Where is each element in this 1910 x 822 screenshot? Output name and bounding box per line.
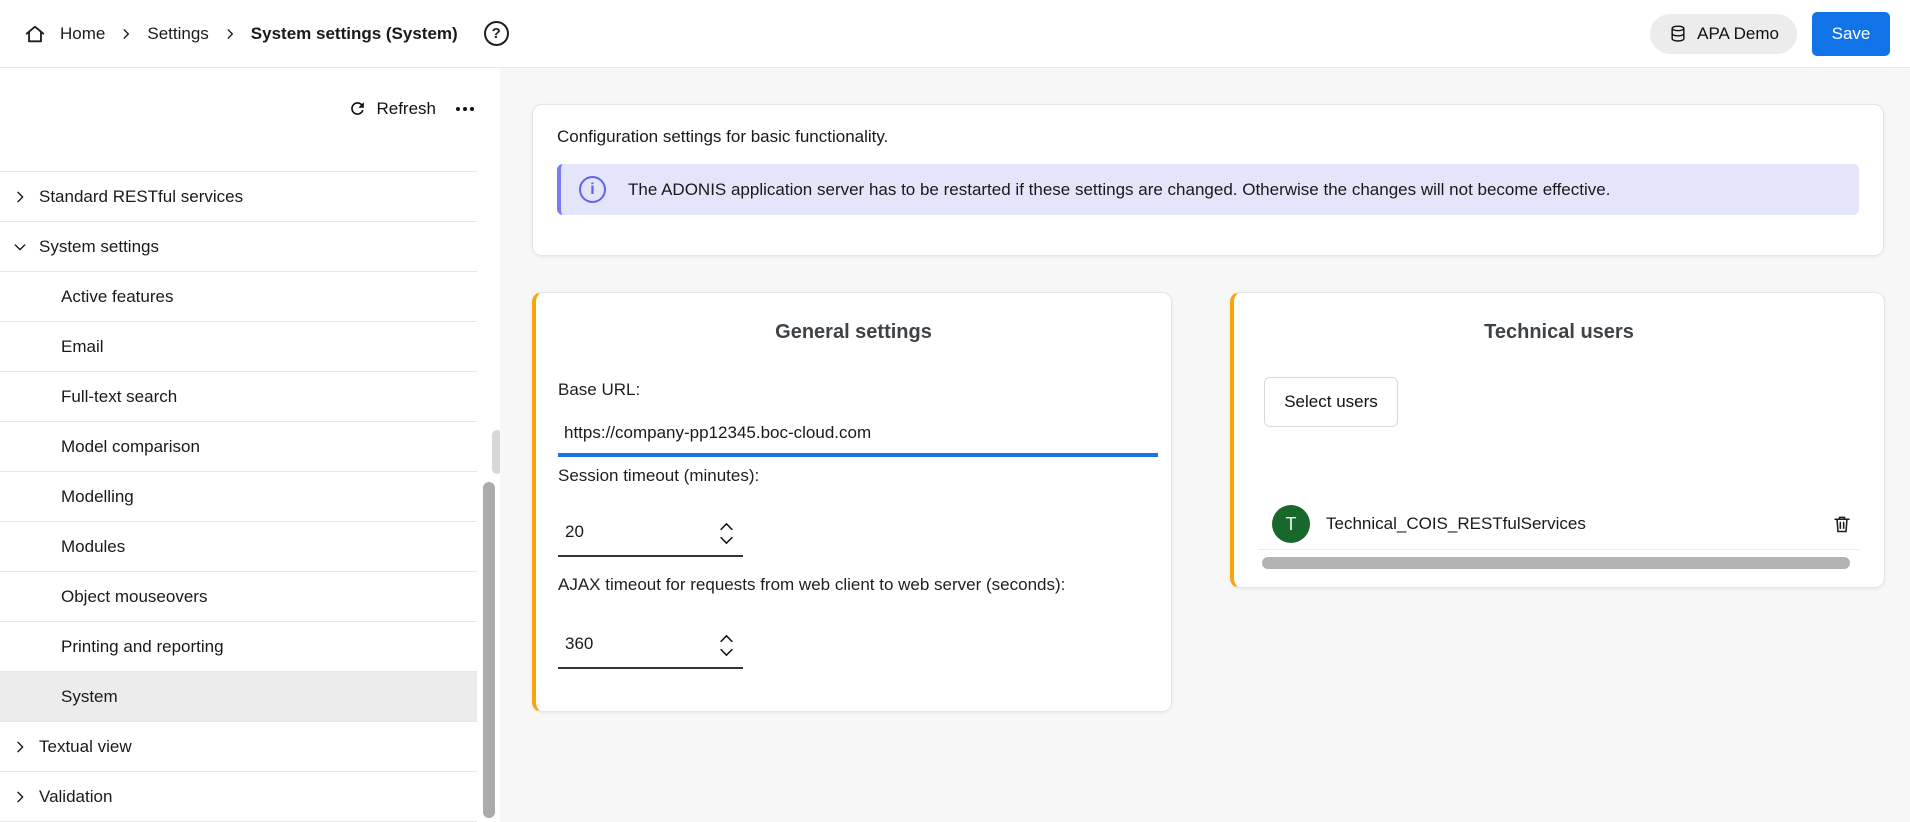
sidebar-item-modules[interactable]: Modules [0,522,477,572]
sidebar-item-label: Modules [61,537,125,557]
sidebar-item-object-mouseovers[interactable]: Object mouseovers [0,572,477,622]
sidebar-item-label: Textual view [39,737,132,757]
sidebar-item-label: Email [61,337,104,357]
sidebar-item-label: Full-text search [61,387,177,407]
session-timeout-stepper [709,511,743,555]
breadcrumb-settings-link[interactable]: Settings [147,24,208,44]
session-timeout-input[interactable] [558,511,709,555]
sidebar-item-label: System [61,687,118,707]
breadcrumb-current-page: System settings (System) [251,24,458,44]
main-content: Configuration settings for basic functio… [500,68,1910,822]
session-timeout-field-wrap [558,511,743,557]
session-timeout-label: Session timeout (minutes): [558,466,759,486]
breadcrumb: Home Settings System settings (System) [24,23,458,45]
refresh-button[interactable]: Refresh [348,99,436,119]
refresh-label: Refresh [376,99,436,119]
sidebar-item-label: System settings [39,237,159,257]
base-url-input[interactable] [558,415,1158,453]
sidebar-item-label: Active features [61,287,173,307]
technical-users-title: Technical users [1234,321,1884,344]
sidebar-item-system-settings[interactable]: System settings [0,222,477,272]
trash-icon [1831,513,1853,535]
sidebar-item-label: Model comparison [61,437,200,457]
save-button[interactable]: Save [1812,12,1890,56]
ajax-timeout-label: AJAX timeout for requests from web clien… [558,575,1065,595]
select-users-button[interactable]: Select users [1264,377,1398,427]
sidebar-item-modelling[interactable]: Modelling [0,472,477,522]
sidebar-item-validation[interactable]: Validation [0,772,477,822]
chevron-right-icon [12,189,28,205]
sidebar-item-label: Object mouseovers [61,587,207,607]
sidebar-item-textual-view[interactable]: Textual view [0,722,477,772]
ajax-timeout-field-wrap [558,623,743,669]
info-banner-text: The ADONIS application server has to be … [628,180,1610,200]
sidebar-item-label: Validation [39,787,112,807]
base-url-field-wrap [558,415,1158,457]
chevron-right-icon [12,739,28,755]
users-scroll-divider [1258,549,1860,550]
chevron-down-icon [12,239,28,255]
technical-user-row: T Technical_COIS_RESTfulServices [1234,504,1884,544]
technical-user-name: Technical_COIS_RESTfulServices [1326,514,1586,534]
spinner-up-icon[interactable] [718,633,735,644]
more-options-icon [456,107,460,111]
chevron-right-icon [12,789,28,805]
settings-sidebar: Refresh Standard RESTful services System … [0,68,500,822]
spinner-up-icon[interactable] [718,521,735,532]
info-banner: i The ADONIS application server has to b… [557,164,1859,215]
help-icon[interactable]: ? [484,21,509,46]
sidebar-item-standard-restful-services[interactable]: Standard RESTful services [0,172,477,222]
user-avatar: T [1272,505,1310,543]
users-horizontal-scrollbar[interactable] [1262,557,1850,569]
sidebar-item-system[interactable]: System [0,672,477,722]
more-options-button[interactable] [454,101,476,117]
breadcrumb-home-link[interactable]: Home [60,24,105,44]
spinner-down-icon[interactable] [718,535,735,546]
sidebar-toolbar: Refresh [0,68,500,135]
sidebar-item-email[interactable]: Email [0,322,477,372]
breadcrumb-chevron-icon [119,27,133,41]
delete-user-button[interactable] [1829,511,1855,537]
sidebar-item-label: Printing and reporting [61,637,224,657]
ajax-timeout-input[interactable] [558,623,709,667]
base-url-label: Base URL: [558,380,640,400]
breadcrumb-chevron-icon [223,27,237,41]
technical-users-card: Technical users Select users T Technical_… [1230,292,1885,588]
topbar-actions: APA Demo Save [1650,12,1890,56]
sidebar-item-model-comparison[interactable]: Model comparison [0,422,477,472]
refresh-icon [348,99,367,118]
page-description: Configuration settings for basic functio… [557,127,1859,147]
description-card: Configuration settings for basic functio… [532,104,1884,256]
repository-name: APA Demo [1697,24,1779,44]
sidebar-item-full-text-search[interactable]: Full-text search [0,372,477,422]
info-icon: i [579,176,606,203]
home-icon [24,23,46,45]
sidebar-item-label: Standard RESTful services [39,187,243,207]
sidebar-scrollbar-thumb[interactable] [483,482,495,818]
general-settings-title: General settings [536,321,1171,344]
sidebar-item-active-features[interactable]: Active features [0,272,477,322]
settings-tree: Standard RESTful services System settings… [0,171,477,822]
sidebar-item-printing-and-reporting[interactable]: Printing and reporting [0,622,477,672]
sidebar-item-label: Modelling [61,487,134,507]
ajax-timeout-stepper [709,623,743,667]
spinner-down-icon[interactable] [718,647,735,658]
database-icon [1668,24,1688,44]
topbar: Home Settings System settings (System) ?… [0,0,1910,68]
general-settings-card: General settings Base URL: Session timeo… [532,292,1172,712]
repository-button[interactable]: APA Demo [1650,14,1797,54]
